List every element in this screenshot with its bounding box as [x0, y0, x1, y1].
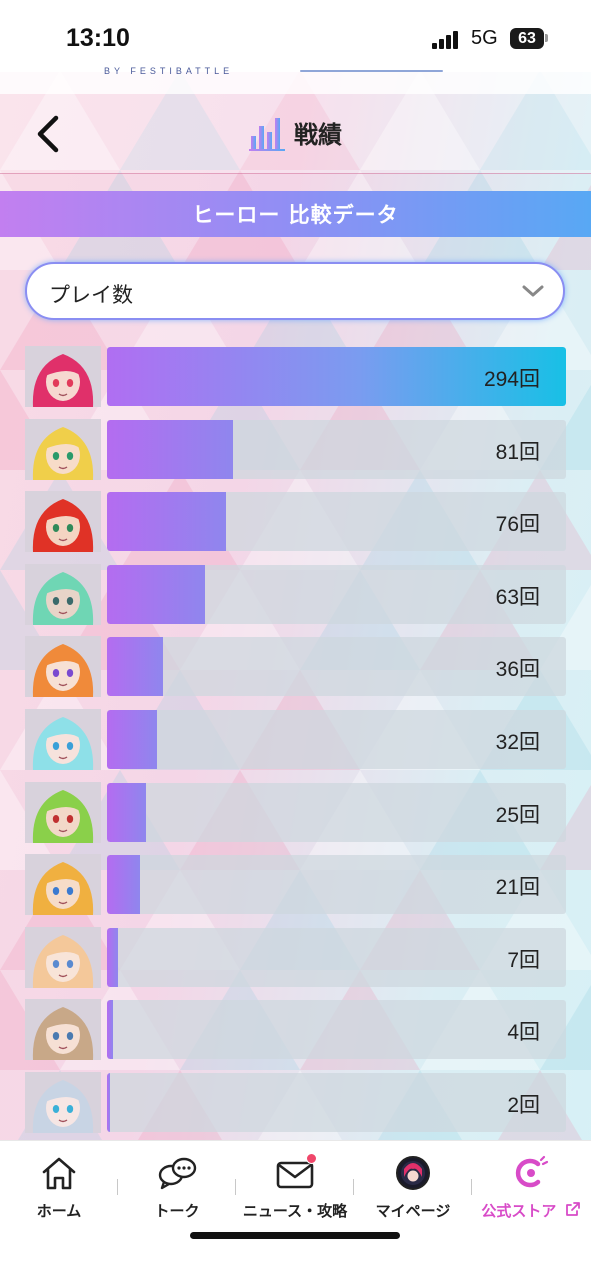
tab-store-label: 公式ストア	[472, 1200, 590, 1221]
play-count-bar-fill	[107, 637, 164, 697]
play-count-bar-track: 294回	[107, 347, 566, 406]
play-count-bar-fill	[107, 709, 157, 769]
metric-select[interactable]: プレイ数	[25, 262, 565, 320]
play-count-bar-track: 36回	[107, 637, 566, 697]
tab-store[interactable]: 公式ストア	[472, 1155, 590, 1227]
play-count-label: 21回	[495, 876, 540, 900]
hero-rank-row: 294回	[25, 346, 566, 407]
hero-avatar	[25, 999, 101, 1061]
hero-ranking-list: 294回 81回 76回 63回 36回 32回 25回 21回 7回 4回 2回	[25, 346, 566, 1145]
hero-avatar	[25, 418, 101, 480]
hero-avatar	[25, 563, 101, 625]
page-title-group: 戦績	[248, 110, 342, 154]
hero-avatar	[25, 636, 101, 698]
hero-rank-row: 7回	[25, 926, 566, 988]
play-count-bar-track: 4回	[107, 1000, 566, 1060]
play-count-label: 36回	[495, 658, 540, 682]
tab-talk[interactable]: トーク	[118, 1155, 236, 1227]
page-header: 戦績	[0, 94, 591, 174]
store-icon	[515, 1155, 549, 1188]
chevron-left-icon	[37, 115, 59, 153]
hero-rank-row: 76回	[25, 491, 566, 553]
store-label-text: 公式ストア	[481, 1202, 557, 1220]
tab-home[interactable]: ホーム	[0, 1155, 118, 1227]
play-count-bar-track: 63回	[107, 564, 566, 624]
hero-rank-row: 4回	[25, 999, 566, 1061]
section-title: ヒーロー 比較データ	[192, 203, 399, 227]
play-count-bar-track: 21回	[107, 855, 566, 915]
metric-select-value: プレイ数	[49, 283, 133, 307]
header-logo-strip	[0, 72, 591, 94]
signal-icon	[432, 31, 462, 49]
hero-rank-row: 32回	[25, 708, 566, 770]
play-count-label: 4回	[507, 1021, 540, 1045]
hero-rank-row: 21回	[25, 854, 566, 916]
play-count-bar-fill	[107, 419, 234, 479]
hero-rank-row: 63回	[25, 563, 566, 625]
hero-avatar	[25, 708, 101, 770]
tab-mypage-label: マイページ	[375, 1202, 451, 1220]
battery-icon: 63	[510, 28, 544, 49]
play-count-bar-fill	[107, 782, 147, 842]
hero-avatar	[25, 346, 101, 407]
hero-avatar	[25, 781, 101, 843]
tab-news-label: ニュース・攻略	[242, 1202, 348, 1220]
avatar-icon	[396, 1156, 430, 1190]
play-count-bar-track: 25回	[107, 782, 566, 842]
status-bar: 13:10 5G 63	[0, 0, 591, 72]
page-title: 戦績	[294, 120, 342, 149]
hero-rank-row: 81回	[25, 418, 566, 480]
brand-subtitle: BY FESTIBATTLE	[104, 66, 234, 76]
play-count-bar-fill	[107, 492, 226, 552]
play-count-label: 63回	[495, 585, 540, 609]
hero-rank-row: 36回	[25, 636, 566, 698]
play-count-label: 32回	[495, 730, 540, 754]
bottom-navigation: ホーム トーク ニュース・攻略 マイページ 公式ストア	[0, 1140, 591, 1280]
hero-avatar	[25, 491, 101, 553]
play-count-label: 76回	[495, 513, 540, 537]
external-link-icon	[565, 1202, 580, 1216]
tab-news[interactable]: ニュース・攻略	[236, 1153, 354, 1227]
play-count-bar-track: 2回	[107, 1072, 566, 1132]
hero-rank-row: 2回	[25, 1071, 566, 1133]
hero-avatar	[25, 854, 101, 916]
play-count-bar-fill	[107, 927, 118, 987]
chat-icon	[158, 1157, 197, 1190]
home-indicator	[190, 1232, 400, 1239]
play-count-bar-fill	[107, 855, 140, 915]
notification-badge	[306, 1153, 317, 1164]
play-count-bar-fill	[107, 564, 206, 624]
play-count-label: 2回	[507, 1093, 540, 1117]
play-count-label: 7回	[507, 948, 540, 972]
hero-avatar	[25, 926, 101, 988]
home-icon	[42, 1157, 76, 1190]
tab-talk-label: トーク	[154, 1202, 200, 1220]
play-count-label: 294回	[483, 368, 540, 391]
hero-rank-row: 25回	[25, 781, 566, 843]
play-count-label: 81回	[495, 440, 540, 464]
play-count-bar-track: 76回	[107, 492, 566, 552]
chevron-down-icon	[522, 285, 544, 297]
play-count-bar-track: 81回	[107, 419, 566, 479]
tab-home-label: ホーム	[36, 1202, 82, 1220]
play-count-bar-fill	[107, 1000, 114, 1060]
section-banner: ヒーロー 比較データ	[0, 191, 591, 237]
tab-mypage[interactable]: マイページ	[354, 1155, 472, 1227]
battery-cap	[545, 34, 548, 42]
bar-chart-icon	[249, 118, 285, 151]
play-count-bar-fill	[107, 1072, 111, 1132]
back-button[interactable]	[30, 112, 70, 156]
play-count-label: 25回	[495, 803, 540, 827]
play-count-bar-track: 7回	[107, 927, 566, 987]
play-count-bar-track: 32回	[107, 709, 566, 769]
status-time: 13:10	[66, 24, 130, 52]
network-type: 5G	[471, 27, 498, 49]
hero-avatar	[25, 1071, 101, 1133]
brand-underline	[300, 70, 443, 72]
